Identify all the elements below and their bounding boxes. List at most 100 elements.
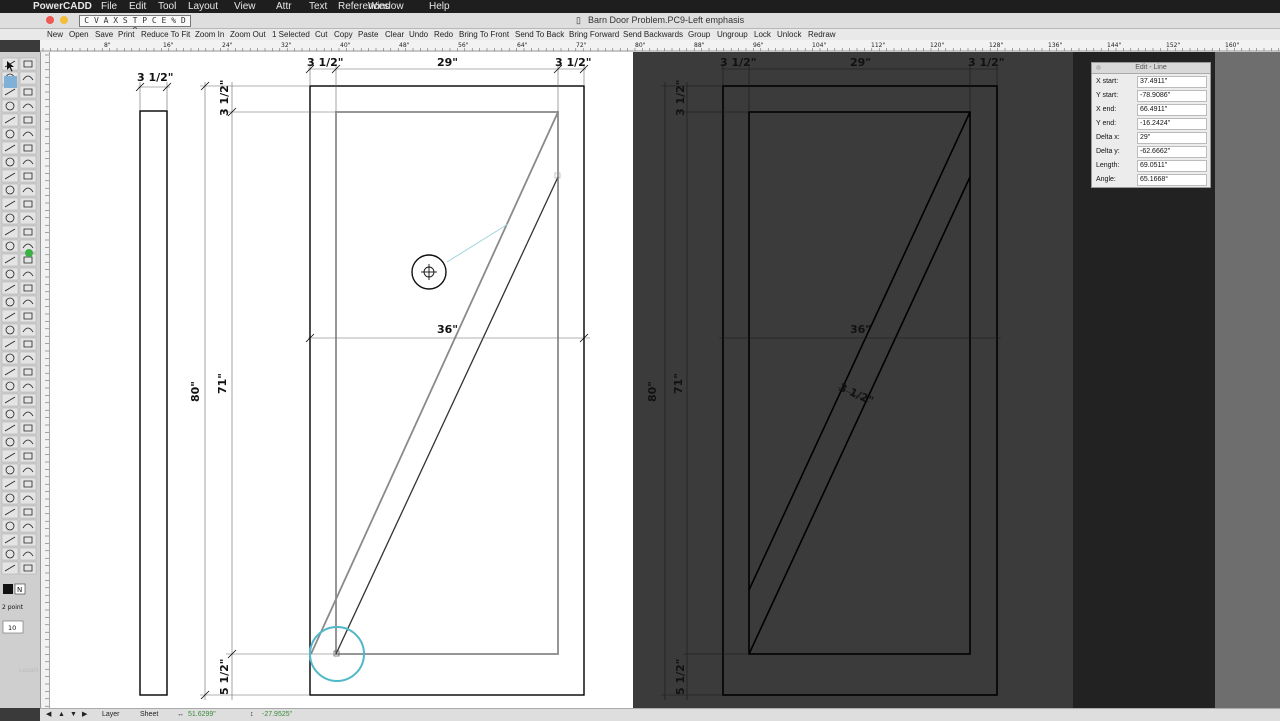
tool-button[interactable]	[19, 561, 37, 575]
menu-edit[interactable]: Edit	[129, 0, 146, 13]
box-t[interactable]: T	[133, 16, 138, 25]
toolbar-open[interactable]: Open	[69, 29, 89, 40]
toolbar-save[interactable]: Save	[95, 29, 113, 40]
tool-button[interactable]	[19, 505, 37, 519]
x-end-input[interactable]: 66.4911"	[1137, 104, 1207, 116]
menu-file[interactable]: File	[101, 0, 117, 13]
pattern-n-icon[interactable]: N	[17, 586, 22, 594]
toolbar-zoom-out[interactable]: Zoom Out	[230, 29, 266, 40]
box-v[interactable]: V	[94, 16, 99, 25]
menu-view[interactable]: View	[234, 0, 256, 13]
toolbar-send-backwards[interactable]: Send Backwards	[623, 29, 683, 40]
toolbar-reduce-to-fit[interactable]: Reduce To Fit	[141, 29, 190, 40]
box-d[interactable]: D	[181, 16, 186, 25]
scroll-down-icon[interactable]: ▼	[70, 709, 77, 721]
tool-button[interactable]	[19, 407, 37, 421]
tool-button[interactable]	[19, 197, 37, 211]
y-end-input[interactable]: -16.2424"	[1137, 118, 1207, 130]
vertical-ruler[interactable]	[40, 52, 50, 708]
tool-button[interactable]	[19, 99, 37, 113]
x-start-input[interactable]: 37.4911"	[1137, 76, 1207, 88]
tool-button[interactable]	[19, 477, 37, 491]
toolbar-send-to-back[interactable]: Send To Back	[515, 29, 564, 40]
menu-arrange[interactable]: Attr	[276, 0, 292, 13]
tool-button[interactable]	[19, 337, 37, 351]
close-window-button[interactable]	[46, 16, 54, 24]
tool-button[interactable]	[19, 57, 37, 71]
toolbar-bring-to-front[interactable]: Bring To Front	[459, 29, 509, 40]
tool-button[interactable]	[19, 365, 37, 379]
box-a[interactable]: A	[104, 16, 109, 25]
tool-button[interactable]	[19, 491, 37, 505]
tool-button[interactable]	[19, 281, 37, 295]
tool-button[interactable]	[19, 449, 37, 463]
delta-x-input[interactable]: 29"	[1137, 132, 1207, 144]
delta-y-input[interactable]: -62.6662"	[1137, 146, 1207, 158]
tool-button[interactable]	[19, 519, 37, 533]
tool-button[interactable]	[19, 169, 37, 183]
toolbar-bring-forward[interactable]: Bring Forward	[569, 29, 619, 40]
tool-button[interactable]	[19, 225, 37, 239]
quick-command-boxes[interactable]: C V A X S T P C E % D O	[79, 15, 191, 35]
menu-references[interactable]: Window	[368, 0, 404, 13]
active-tool-icon[interactable]	[4, 76, 17, 88]
tool-button[interactable]	[19, 533, 37, 547]
toolbar-unlock[interactable]: Unlock	[777, 29, 801, 40]
toolbar-print[interactable]: Print	[118, 29, 134, 40]
tool-button[interactable]	[19, 267, 37, 281]
tool-button[interactable]	[19, 323, 37, 337]
scroll-left-icon[interactable]: ◀	[46, 709, 51, 721]
toolbar-copy[interactable]: Copy	[334, 29, 353, 40]
tool-button[interactable]	[19, 463, 37, 477]
green-dot-icon[interactable]	[25, 249, 33, 257]
toolbar-undo[interactable]: Undo	[409, 29, 428, 40]
box-c[interactable]: C	[84, 16, 89, 25]
box-c2[interactable]: C	[152, 16, 157, 25]
drawing-right[interactable]: 3 1/2" 29" 3 1/2" 36" 3 1/2" 3 1/2" 80" …	[633, 52, 1073, 708]
tool-button[interactable]	[19, 183, 37, 197]
menu-tool[interactable]: Tool	[158, 0, 176, 13]
box-x[interactable]: X	[113, 16, 118, 25]
tool-button[interactable]	[19, 435, 37, 449]
line-weight-label[interactable]: 2 point	[2, 604, 24, 611]
tool-button[interactable]	[19, 71, 37, 85]
tool-button[interactable]	[19, 379, 37, 393]
menu-layout[interactable]: Layout	[188, 0, 218, 13]
toolbar-clear[interactable]: Clear	[385, 29, 404, 40]
panel-close-button[interactable]	[1096, 65, 1101, 70]
box-p[interactable]: P	[142, 16, 147, 25]
tool-button[interactable]	[19, 421, 37, 435]
menu-window[interactable]: Help	[429, 0, 450, 13]
toolbar-ungroup[interactable]: Ungroup	[717, 29, 748, 40]
tool-button[interactable]	[19, 351, 37, 365]
toolbar-redraw[interactable]: Redraw	[808, 29, 836, 40]
y-start-input[interactable]: -78.9086"	[1137, 90, 1207, 102]
tool-button[interactable]	[19, 211, 37, 225]
tool-button[interactable]	[19, 393, 37, 407]
scroll-up-icon[interactable]: ▲	[58, 709, 65, 721]
tool-button[interactable]	[19, 295, 37, 309]
layer-popup[interactable]: Layer	[102, 709, 120, 721]
box-s[interactable]: S	[123, 16, 128, 25]
toolbar-zoom-in[interactable]: Zoom In	[195, 29, 224, 40]
toolbar-new[interactable]: New	[47, 29, 63, 40]
fill-swatch-icon[interactable]	[3, 584, 13, 594]
angle-input[interactable]: 65.1668°	[1137, 174, 1207, 186]
tool-button[interactable]	[19, 141, 37, 155]
toolbar-lock[interactable]: Lock	[754, 29, 771, 40]
toolbar-redo[interactable]: Redo	[434, 29, 453, 40]
tool-button[interactable]	[19, 547, 37, 561]
length-input[interactable]: 69.0511"	[1137, 160, 1207, 172]
box-percent[interactable]: %	[171, 16, 176, 25]
app-menu[interactable]: PowerCADD	[33, 0, 92, 13]
toolbar-group[interactable]: Group	[688, 29, 710, 40]
tool-button[interactable]	[19, 113, 37, 127]
toolbar-paste[interactable]: Paste	[358, 29, 378, 40]
tool-button[interactable]	[19, 155, 37, 169]
tool-grid[interactable]: N 2 point 10 Locati	[0, 52, 40, 708]
drawing-left[interactable]: 3 1/2" 3 1/2" 29" 3 1/2" 36" 3 1/2" 80" …	[50, 52, 633, 708]
box-e[interactable]: E	[162, 16, 167, 25]
menu-attr[interactable]: Text	[309, 0, 327, 13]
minimize-window-button[interactable]	[60, 16, 68, 24]
tool-button[interactable]	[19, 309, 37, 323]
